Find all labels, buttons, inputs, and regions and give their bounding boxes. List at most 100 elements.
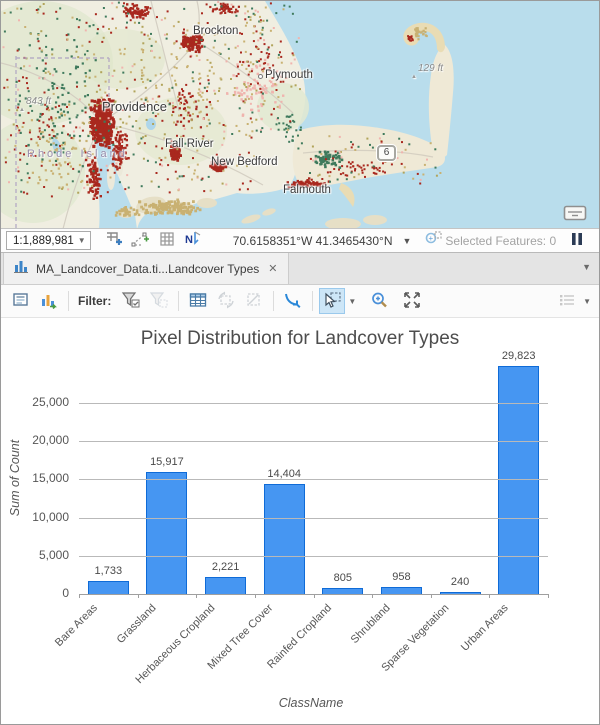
chart-toolbar: Filter: (1, 285, 599, 318)
select-tool-button[interactable] (319, 288, 345, 314)
chart-options-icon (558, 292, 576, 311)
map-overview-button[interactable] (563, 204, 589, 224)
filter-label: Filter: (78, 294, 111, 308)
grid-button[interactable] (157, 231, 177, 251)
filter-by-selection-icon (121, 291, 141, 312)
vertex-add-icon (131, 230, 151, 251)
zoom-in-tool-button[interactable] (366, 288, 392, 314)
bar-chart-icon (13, 258, 29, 279)
chevron-down-icon: ▼ (582, 262, 591, 272)
y-tick-label: 0 (7, 586, 69, 600)
chart-manager-icon (40, 291, 58, 312)
pause-drawing-button[interactable] (568, 231, 586, 251)
chevron-down-icon: ▼ (403, 236, 412, 246)
separator (68, 291, 69, 311)
elevation-label-129: ▲129 ft (418, 63, 443, 74)
coordinates-chevron-button[interactable]: ▼ (403, 236, 412, 246)
filter-by-extent-button[interactable] (146, 288, 172, 314)
plymouth-town-dot (258, 74, 263, 79)
filter-by-extent-icon (149, 291, 169, 312)
x-category-label: Bare Areas (53, 602, 100, 649)
chart-title: Pixel Distribution for Landcover Types (1, 328, 599, 350)
tab-list-button[interactable]: ▼ (582, 262, 591, 272)
map-label-rhode-island: Rhode Island (27, 148, 128, 160)
bar-herbaceous-cropland[interactable] (205, 577, 246, 594)
x-tick (196, 594, 197, 598)
scale-combobox[interactable]: 1:1,889,981 ▼ (6, 231, 91, 250)
full-extent-icon (402, 291, 422, 312)
select-tool-dropdown-button[interactable]: ▼ (346, 297, 358, 306)
map-label-brockton: Brockton (193, 25, 238, 37)
x-axis-title: ClassName (1, 696, 600, 710)
grid-add-icon (105, 230, 123, 251)
chart-properties-button[interactable] (8, 288, 34, 314)
y-tick-label: 10,000 (7, 510, 69, 524)
chart-properties-icon (12, 291, 30, 312)
full-extent-button[interactable] (399, 288, 425, 314)
export-button[interactable] (280, 288, 306, 314)
bar-value-label: 29,823 (484, 350, 554, 362)
gridline (79, 518, 548, 519)
x-tick (431, 594, 432, 598)
map-view[interactable]: Brockton Plymouth Providence Fall River … (1, 1, 599, 229)
show-table-button[interactable] (185, 288, 211, 314)
bar-shrubland[interactable] (381, 587, 422, 594)
zoom-selection-icon: + (423, 230, 443, 251)
add-vertex-button[interactable] (129, 231, 153, 251)
x-tick (548, 594, 549, 598)
bar-mixed-tree-cover[interactable] (264, 484, 305, 594)
x-tick (314, 594, 315, 598)
map-status-bar: 1:1,889,981 ▼ N 70.6158351°W 41.3465430°… (1, 229, 599, 253)
chart-manager-button[interactable] (36, 288, 62, 314)
map-label-fall-river: Fall River (165, 138, 214, 150)
peak-icon: ▲ (411, 74, 417, 80)
x-tick (79, 594, 80, 598)
map-label-new-bedford: New Bedford (211, 156, 277, 168)
clear-selection-button[interactable] (241, 288, 267, 314)
chart-options-dropdown-button[interactable]: ▼ (581, 297, 593, 306)
tab-label: MA_Landcover_Data.ti...Landcover Types (36, 262, 259, 276)
gridline (79, 556, 548, 557)
bar-value-label: 2,221 (191, 561, 261, 573)
bar-grassland[interactable] (146, 472, 187, 594)
switch-selection-button[interactable] (213, 288, 239, 314)
zoom-in-tool-icon (370, 291, 389, 312)
x-tick (138, 594, 139, 598)
elevation-label-843: ▲843 ft (26, 96, 51, 107)
x-category-label: Rainfed Cropland (265, 602, 334, 671)
x-category-label: Grassland (114, 602, 158, 646)
svg-text:+: + (429, 234, 434, 243)
y-tick-label: 5,000 (7, 548, 69, 562)
tab-close-button[interactable]: ✕ (266, 262, 279, 275)
clear-selection-icon (245, 291, 263, 312)
bar-value-label: 15,917 (132, 456, 202, 468)
filter-by-selection-button[interactable] (118, 288, 144, 314)
x-tick (489, 594, 490, 598)
chevron-down-icon: ▼ (583, 297, 591, 306)
scale-value: 1:1,889,981 (7, 235, 74, 247)
grid-icon (159, 231, 175, 250)
separator (312, 291, 313, 311)
selected-features-label: Selected Features: 0 (445, 234, 556, 248)
coordinates-readout: 70.6158351°W 41.3465430°N (233, 234, 393, 248)
add-grid-button[interactable] (103, 231, 125, 251)
chart-pane: Pixel Distribution for Landcover Types S… (1, 318, 599, 725)
close-icon: ✕ (268, 263, 277, 275)
chevron-down-icon: ▼ (74, 236, 90, 245)
bar-value-label: 240 (425, 576, 495, 588)
x-tick (255, 594, 256, 598)
view-tab-bar: MA_Landcover_Data.ti...Landcover Types ✕… (1, 253, 599, 285)
north-arrow-button[interactable]: N (181, 231, 205, 251)
chart-options-button[interactable] (554, 288, 580, 314)
chevron-down-icon: ▼ (348, 297, 356, 306)
separator (178, 291, 179, 311)
arcgis-window: Brockton Plymouth Providence Fall River … (0, 0, 600, 725)
map-label-falmouth: Falmouth (283, 184, 331, 196)
pause-icon (570, 232, 584, 249)
bar-value-label: 1,733 (73, 565, 143, 577)
bar-bare-areas[interactable] (88, 581, 129, 594)
map-label-plymouth: Plymouth (265, 69, 313, 81)
y-tick-label: 25,000 (7, 395, 69, 409)
north-arrow-icon: N (183, 230, 203, 251)
tab-landcover-chart[interactable]: MA_Landcover_Data.ti...Landcover Types ✕ (3, 253, 289, 284)
